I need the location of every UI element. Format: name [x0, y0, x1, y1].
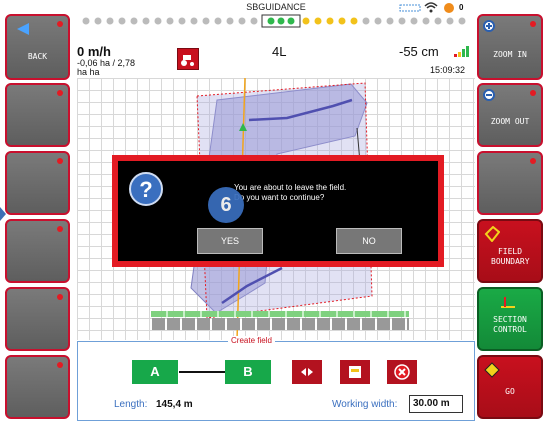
tractor-icon: [181, 55, 194, 66]
section-control-button[interactable]: SECTION CONTROL: [477, 287, 543, 351]
ab-line: [179, 371, 225, 373]
zoom-in-label: ZOOM IN: [493, 50, 527, 59]
satellite-count: 0: [459, 3, 464, 12]
dialog-message-line1: You are about to leave the field.: [234, 183, 347, 192]
zoom-out-label: ZOOM OUT: [490, 117, 530, 126]
section-control-label: SECTION CONTROL: [493, 315, 527, 334]
left-button-3[interactable]: [5, 151, 70, 215]
point-a-button[interactable]: A: [132, 360, 178, 384]
left-button-2[interactable]: [5, 83, 70, 147]
close-icon: [394, 364, 410, 380]
status-bar: SBGUIDANCE 0 m/h -0,06 ha / 2,78 ha ha 4…: [77, 0, 475, 78]
satellite-icon: [444, 3, 454, 13]
clock: 15:09:32: [430, 65, 466, 75]
offset-readout: -55 cm: [399, 44, 439, 59]
lightbar-leds: [82, 14, 466, 28]
side-handle[interactable]: [0, 207, 6, 221]
signal-bars-icon: [454, 46, 469, 57]
area-unit: ha ha: [77, 67, 100, 77]
left-button-4[interactable]: [5, 219, 70, 283]
yes-button[interactable]: YES: [197, 228, 263, 254]
gps-icon: [399, 4, 421, 12]
dialog-message-line2: Do you want to continue?: [234, 193, 325, 202]
indicator-dot: [57, 294, 63, 300]
split-button[interactable]: [292, 360, 322, 384]
speed-readout: 0 m/h: [77, 44, 111, 59]
no-button[interactable]: NO: [336, 228, 402, 254]
length-label: Length:: [114, 399, 148, 410]
implement-sections: [151, 311, 409, 317]
back-button[interactable]: BACK: [5, 14, 70, 80]
save-icon: [349, 366, 361, 378]
implement-arrows: [151, 318, 409, 330]
field-boundary-label: FIELD BOUNDARY: [491, 247, 530, 266]
leave-field-dialog: ? You are about to leave the field. Do y…: [112, 155, 444, 267]
back-arrow-icon: [17, 23, 29, 35]
zoom-out-icon: [483, 89, 495, 101]
indicator-dot: [530, 90, 536, 96]
save-field-button[interactable]: [340, 360, 370, 384]
right-button-3[interactable]: [477, 151, 543, 215]
track-number: 4L: [272, 44, 287, 59]
step-badge: 6: [208, 187, 244, 223]
field-boundary-button[interactable]: FIELD BOUNDARY: [477, 219, 543, 283]
lightbar: [80, 14, 472, 28]
working-width-label: Working width:: [332, 399, 398, 410]
point-b-button[interactable]: B: [225, 360, 271, 384]
indicator-dot: [57, 158, 63, 164]
question-icon: ?: [129, 172, 163, 206]
left-button-6[interactable]: [5, 355, 70, 419]
field-boundary-icon: [484, 226, 500, 242]
app-screen: BACK ZOOM IN ZOOM OUT FIELD BOUNDARY SEC…: [0, 0, 548, 423]
dialog-body: ? You are about to leave the field. Do y…: [118, 161, 438, 261]
go-button[interactable]: GO: [477, 355, 543, 419]
left-button-5[interactable]: [5, 287, 70, 351]
zoom-out-button[interactable]: ZOOM OUT: [477, 83, 543, 147]
wifi-icon: [424, 2, 438, 13]
indicator-dot: [530, 158, 536, 164]
section-control-icon: [501, 297, 515, 308]
back-label: BACK: [27, 52, 48, 61]
working-width-input[interactable]: 30.00 m: [409, 395, 463, 413]
go-label: GO: [505, 387, 515, 396]
zoom-in-button[interactable]: ZOOM IN: [477, 14, 543, 80]
indicator-dot: [57, 226, 63, 232]
panel-title: Create field: [228, 336, 275, 345]
indicator-dot: [57, 21, 63, 27]
cancel-field-button[interactable]: [387, 360, 417, 384]
indicator-dot: [530, 21, 536, 27]
tractor-icon-box[interactable]: [177, 48, 199, 70]
zoom-in-icon: [483, 20, 495, 32]
indicator-dot: [57, 362, 63, 368]
indicator-dot: [57, 90, 63, 96]
create-field-panel: Create field A B Length: 145,4 m Working…: [77, 336, 475, 421]
split-icon: [301, 368, 313, 376]
length-value: 145,4 m: [156, 399, 193, 410]
go-icon: [484, 362, 500, 378]
svg-text:?: ?: [139, 177, 152, 202]
